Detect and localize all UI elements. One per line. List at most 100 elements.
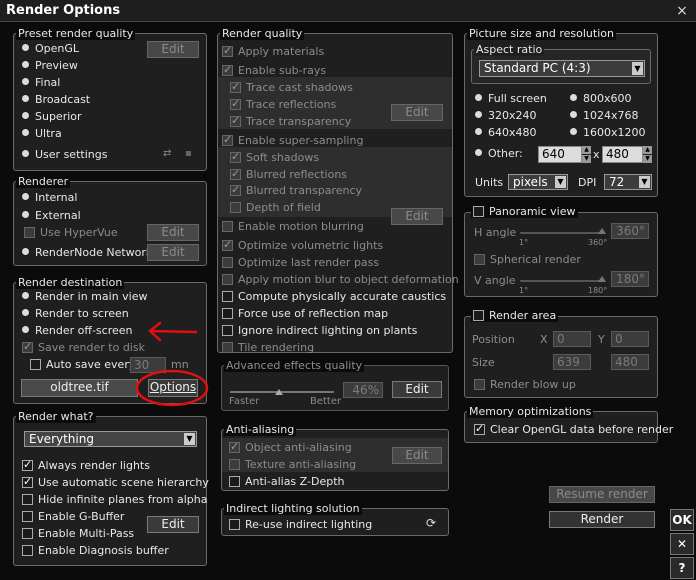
refresh-icon[interactable]: ⟳ (426, 516, 436, 530)
checkbox-icon[interactable] (222, 238, 233, 251)
optimize-volumetric-lights[interactable]: Optimize volumetric lights (222, 238, 383, 252)
dest-main-view[interactable]: Render in main view (22, 290, 148, 303)
aspect-ratio-select[interactable]: Standard PC (4:3) ▼ (479, 60, 645, 77)
cancel-button[interactable]: ✕ (670, 533, 694, 555)
motion-blur-deformation[interactable]: Apply motion blur to object deformation (222, 273, 459, 286)
preset-broadcast[interactable]: Broadcast (22, 93, 90, 106)
auto-scene-hierarchy[interactable]: Use automatic scene hierarchy (22, 475, 209, 489)
render-what-select[interactable]: Everything ▼ (24, 431, 197, 447)
checkbox-icon[interactable] (230, 167, 241, 180)
width-field[interactable]: 640 (538, 146, 582, 163)
h-angle-field[interactable]: 360° (611, 223, 649, 239)
size-1024x768[interactable]: 1024x768 (570, 109, 639, 122)
radio-icon[interactable] (570, 94, 577, 101)
enable-diagnosis-buffer[interactable]: Enable Diagnosis buffer (22, 544, 169, 557)
radio-icon[interactable] (22, 309, 29, 316)
chevron-down-icon[interactable]: ▼ (555, 176, 566, 188)
checkbox-icon[interactable] (474, 422, 485, 435)
panoramic-view[interactable]: Panoramic view (471, 205, 578, 218)
height-spin-up-icon[interactable]: ▲ (643, 146, 652, 154)
checkbox-icon[interactable] (230, 150, 241, 163)
checkbox-icon[interactable] (229, 476, 240, 487)
trace-transparency[interactable]: Trace transparency (230, 114, 351, 128)
destination-options-button[interactable]: Options (148, 379, 198, 397)
checkbox-icon[interactable] (222, 274, 233, 285)
gbuffer-edit-button[interactable]: Edit (147, 516, 199, 533)
preset-preview[interactable]: Preview (22, 59, 78, 72)
checkbox-icon[interactable] (22, 340, 33, 353)
antialiasing-edit-button[interactable]: Edit (392, 447, 442, 464)
size-640x480[interactable]: 640x480 (475, 126, 537, 139)
size-other[interactable]: Other: (475, 147, 523, 160)
checkbox-icon[interactable] (24, 227, 35, 238)
radio-icon[interactable] (570, 128, 577, 135)
checkbox-icon[interactable] (222, 291, 233, 302)
hide-infinite-planes[interactable]: Hide infinite planes from alpha (22, 493, 207, 506)
radio-icon[interactable] (570, 111, 577, 118)
radio-selected-icon[interactable] (475, 128, 482, 135)
save-render-to-disk[interactable]: Save render to disk (22, 340, 145, 354)
radio-icon[interactable] (22, 112, 29, 119)
checkbox-icon[interactable] (473, 206, 484, 217)
hypervue-edit-button[interactable]: Edit (147, 224, 199, 241)
size-full-screen[interactable]: Full screen (475, 92, 547, 105)
checkbox-icon[interactable] (22, 528, 33, 539)
subrays-edit-button[interactable]: Edit (391, 104, 443, 121)
output-file-button[interactable]: oldtree.tif (21, 379, 138, 397)
render-blow-up[interactable]: Render blow up (474, 378, 576, 391)
v-angle-field[interactable]: 180° (611, 271, 649, 287)
checkbox-icon[interactable] (30, 359, 41, 370)
resume-render-button[interactable]: Resume render (549, 486, 655, 503)
advanced-quality-value[interactable]: 46% (343, 382, 383, 398)
checkbox-icon[interactable] (229, 519, 240, 530)
preset-edit-button[interactable]: Edit (147, 41, 199, 58)
checkbox-icon[interactable] (22, 458, 33, 471)
object-antialiasing[interactable]: Object anti-aliasing (229, 440, 352, 454)
radio-icon[interactable] (475, 111, 482, 118)
units-select[interactable]: pixels ▼ (508, 174, 568, 190)
clear-opengl-data[interactable]: Clear OpenGL data before render (474, 422, 673, 436)
preset-user-settings[interactable]: User settings (22, 148, 107, 161)
enable-gbuffer[interactable]: Enable G-Buffer (22, 510, 124, 523)
blurred-reflections[interactable]: Blurred reflections (230, 167, 347, 181)
radio-icon[interactable] (22, 95, 29, 102)
area-y-field[interactable]: 0 (611, 331, 649, 347)
dpi-select[interactable]: 72 ▼ (604, 174, 652, 190)
chevron-down-icon[interactable]: ▼ (639, 176, 650, 188)
h-angle-slider[interactable] (520, 232, 604, 234)
radio-icon[interactable] (22, 248, 29, 255)
supersampling-edit-button[interactable]: Edit (391, 208, 443, 225)
radio-icon[interactable] (22, 150, 29, 157)
soft-shadows[interactable]: Soft shadows (230, 150, 319, 164)
use-hypervue[interactable]: Use HyperVue (24, 226, 118, 239)
help-button[interactable]: ? (670, 557, 694, 579)
slider-thumb[interactable] (275, 389, 283, 395)
radio-selected-icon[interactable] (22, 78, 29, 85)
chevron-down-icon[interactable]: ▼ (632, 62, 643, 75)
renderer-rendernode[interactable]: RenderNode Network (22, 246, 152, 259)
size-800x600[interactable]: 800x600 (570, 92, 632, 105)
enable-super-sampling[interactable]: Enable super-sampling (222, 133, 363, 147)
enable-motion-blurring[interactable]: Enable motion blurring (222, 220, 364, 233)
checkbox-icon[interactable] (22, 494, 33, 505)
rendernode-edit-button[interactable]: Edit (147, 244, 199, 261)
checkbox-icon[interactable] (222, 221, 233, 232)
radio-icon[interactable] (22, 129, 29, 136)
chevron-down-icon[interactable]: ▼ (184, 433, 195, 445)
width-spin-up-icon[interactable]: ▲ (582, 146, 591, 154)
render-button[interactable]: Render (549, 511, 655, 528)
checkbox-icon[interactable] (222, 308, 233, 319)
ok-button[interactable]: OK (670, 509, 694, 531)
width-spin-down-icon[interactable]: ▼ (582, 155, 591, 163)
radio-icon[interactable] (475, 149, 482, 156)
advanced-edit-button[interactable]: Edit (392, 381, 442, 398)
enable-multipass[interactable]: Enable Multi-Pass (22, 527, 134, 540)
size-1600x1200[interactable]: 1600x1200 (570, 126, 646, 139)
checkbox-icon[interactable] (474, 379, 485, 390)
size-320x240[interactable]: 320x240 (475, 109, 537, 122)
checkbox-icon[interactable] (222, 342, 233, 353)
always-render-lights[interactable]: Always render lights (22, 458, 150, 472)
checkbox-icon[interactable] (230, 183, 241, 196)
radio-icon[interactable] (22, 44, 29, 51)
radio-icon[interactable] (22, 292, 29, 299)
